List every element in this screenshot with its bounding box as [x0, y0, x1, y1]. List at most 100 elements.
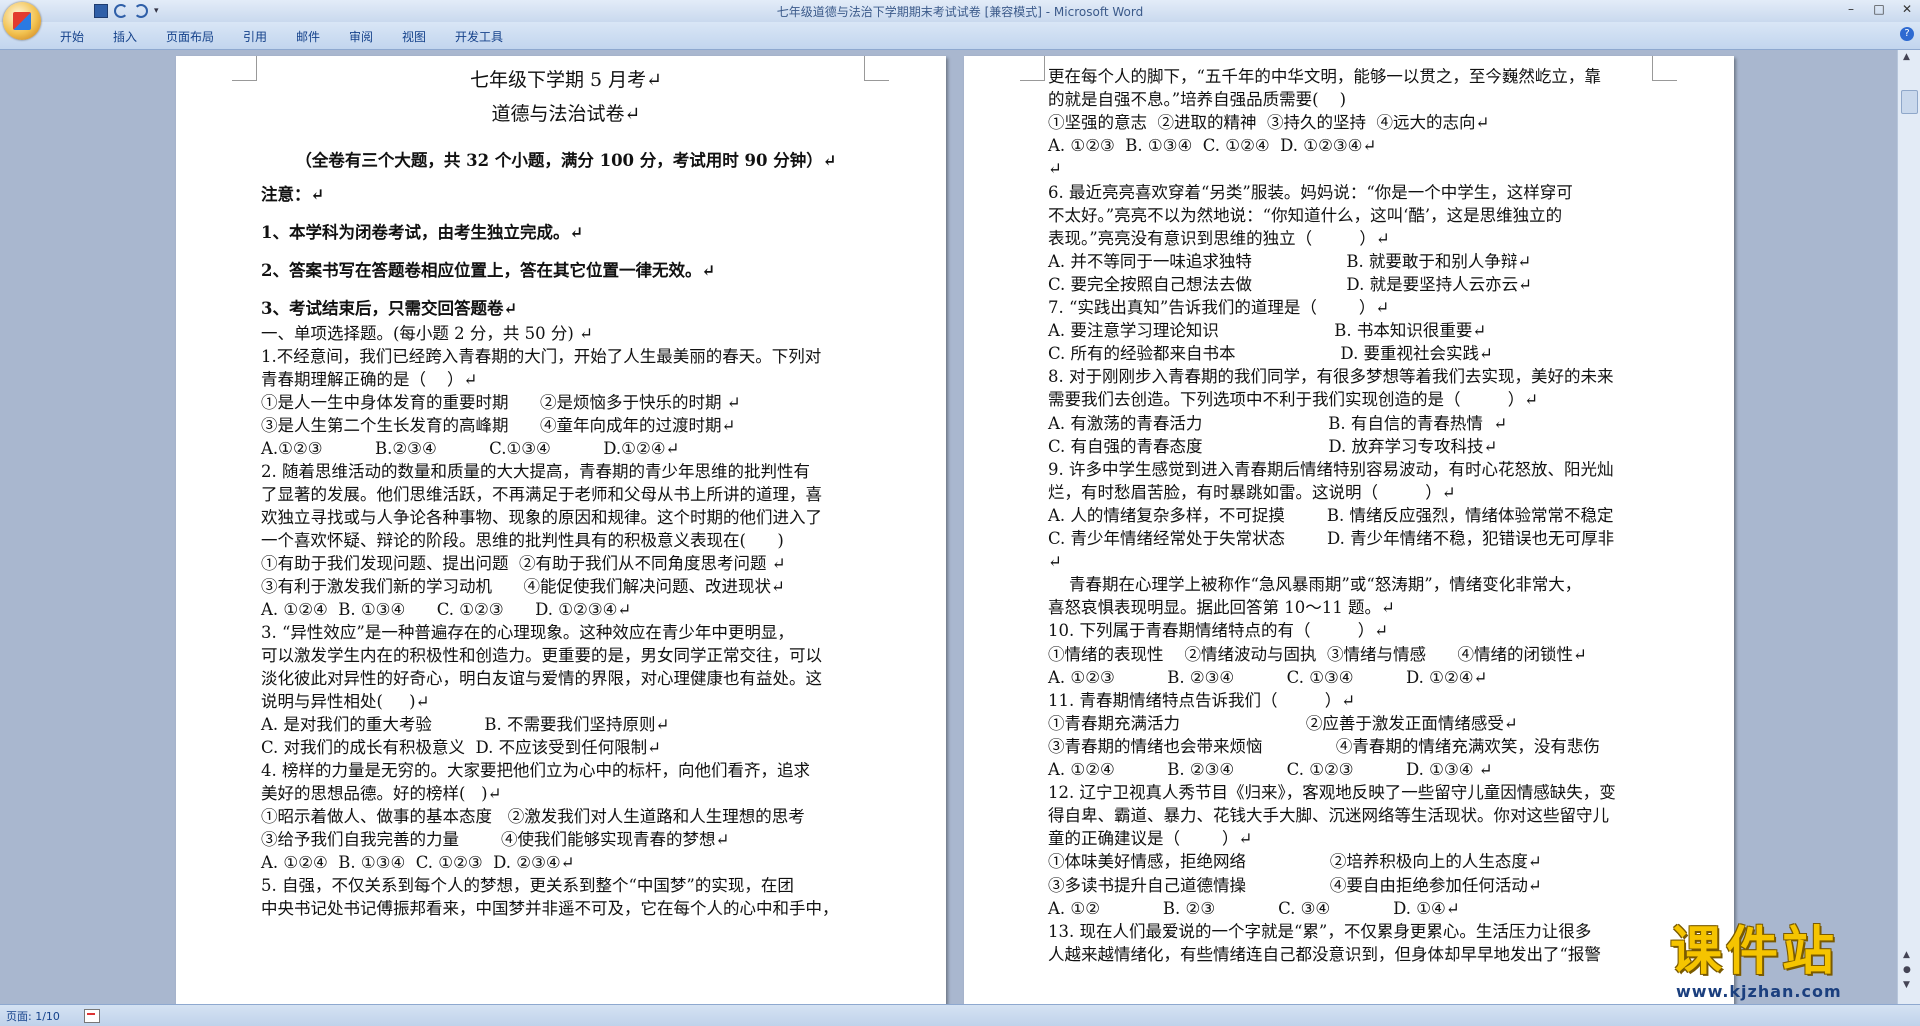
text-line: 欢独立寻找或与人争论各种事物、现象的原因和规律。这个时期的他们进入了	[261, 508, 822, 527]
document-workspace: 七年级下学期 5 月考↵ 道德与法治试卷↵ （全卷有三个大题，共 32 个小题，满分…	[0, 50, 1898, 1004]
status-bar: 页面: 1/10	[0, 1004, 1920, 1026]
tab-mailings[interactable]: 邮件	[296, 28, 320, 45]
text-line: 注意：↵	[261, 185, 325, 204]
text-line: A. ①②④ B. ①③④ C. ①②③ D. ②③④↵	[261, 853, 575, 872]
text-line: ①情绪的表现性 ②情绪波动与固执 ③情绪与情感 ④情绪的闭锁性↵	[1048, 644, 1587, 664]
text-line: 不太好。”亮亮不以为然地说：“你知道什么，这叫‘酷’，这是思维独立的	[1048, 205, 1563, 225]
text-line: 12. 辽宁卫视真人秀节目《归来》，客观地反映了一些留守儿童因情感缺失，变	[1048, 783, 1616, 803]
text-line: 11. 青春期情绪特点告诉我们（ ）↵	[1048, 690, 1356, 710]
office-button[interactable]	[3, 2, 41, 40]
text-line: ③青春期的情绪也会带来烦恼 ④青春期的情绪充满欢笑，没有悲伤	[1048, 736, 1600, 756]
text-line: 2. 随着思维活动的数量和质量的大大提高，青春期的青少年思维的批判性有	[261, 462, 810, 481]
text-line: C. 对我们的成长有积极意义 D. 不应该受到任何限制↵	[261, 738, 661, 757]
office-logo-icon	[13, 12, 31, 30]
text-line: 青春期在心理学上被称作“急风暴雨期”或“怒涛期”，情绪变化非常大，	[1048, 575, 1582, 595]
vertical-scrollbar[interactable]: ▲ ▲ ● ▼	[1897, 50, 1920, 1004]
text-line: 2、答案书写在答题卷相应位置上，答在其它位置一律无效。↵	[261, 261, 716, 280]
text-line: 童的正确建议是（ ）↵	[1048, 829, 1253, 849]
watermark-url: www.kjzhan.com	[1676, 982, 1842, 1001]
title-bar: ▾ 七年级道德与法治下学期期末考试试卷 [兼容模式] - Microsoft W…	[0, 0, 1920, 22]
text-line: A. ①②④ B. ①③④ C. ①②③ D. ①②③④↵	[261, 600, 632, 619]
watermark-logo-text: 课件站	[1670, 922, 1839, 982]
text-line: 说明与异性相处( )↵	[261, 692, 430, 711]
text-line: 的就是自强不息。”培养自强品质需要( )	[1048, 90, 1347, 110]
window-title: 七年级道德与法治下学期期末考试试卷 [兼容模式] - Microsoft Wor…	[776, 5, 1144, 19]
text-line: ③给予我们自我完善的力量 ④使我们能够实现青春的梦想↵	[261, 830, 730, 849]
text-line: 10. 下列属于青春期情绪特点的有（ ）↵	[1048, 621, 1389, 641]
text-line: 表现。”亮亮没有意识到思维的独立（ ）↵	[1048, 228, 1390, 248]
help-icon[interactable]: ?	[1900, 27, 1914, 41]
text-line: 了显著的发展。他们思维活跃，不再满足于老师和父母从书上所讲的道理，喜	[261, 485, 822, 504]
tab-references[interactable]: 引用	[243, 28, 267, 45]
text-line: ↵	[1048, 552, 1062, 572]
tab-insert[interactable]: 插入	[113, 28, 137, 45]
text-line: 9. 许多中学生感觉到进入青春期后情绪特别容易波动，有时心花怒放、阳光灿	[1048, 459, 1614, 479]
text-line: A. ①②③ B. ②③④ C. ①③④ D. ①②④↵	[1048, 667, 1488, 687]
close-button[interactable]: ✕	[1900, 2, 1914, 16]
tab-page-layout[interactable]: 页面布局	[166, 28, 214, 45]
text-line: 需要我们去创造。下列选项中不利于我们实现创造的是（ ）↵	[1048, 390, 1539, 410]
text-line: 13. 现在人们最爱说的一个字就是“累”，不仅累身更累心。生活压力让很多	[1048, 921, 1592, 941]
scroll-thumb[interactable]	[1901, 90, 1918, 114]
text-line: ①是人一生中身体发育的重要时期 ②是烦恼多于快乐的时期 ↵	[261, 393, 741, 412]
text-line: 3、考试结束后，只需交回答题卷↵	[261, 299, 518, 318]
text-line: 8. 对于刚刚步入青春期的我们同学，有很多梦想等着我们去实现，美好的未来	[1048, 367, 1614, 387]
scroll-up-icon[interactable]: ▲	[1903, 52, 1910, 62]
text-line: （全卷有三个大题，共 32 个小题，满分 100 分，考试用时 90 分钟）↵	[295, 151, 837, 170]
text-line: A. 人的情绪复杂多样，不可捉摸 B. 情绪反应强烈，情绪体验常常不稳定	[1048, 505, 1614, 525]
text-line: ①坚强的意志 ②进取的精神 ③持久的坚持 ④远大的志向↵	[1048, 113, 1490, 133]
text-line: A. ①②③ B. ①③④ C. ①②④ D. ①②③④↵	[1048, 136, 1377, 156]
text-line: A. ①② B. ②③ C. ③④ D. ①④↵	[1048, 898, 1460, 918]
margin-corner-mark	[232, 56, 257, 81]
text-line: C. 要完全按照自己想法去做 D. 就是要坚持人云亦云↵	[1048, 274, 1532, 294]
tab-review[interactable]: 审阅	[349, 28, 373, 45]
text-line: 青春期理解正确的是（ ）↵	[261, 370, 478, 389]
document-page-2[interactable]: 更在每个人的脚下，“五千年的中华文明，能够一以贯之，至今巍然屹立，靠 的就是自强不…	[964, 56, 1734, 1004]
window-controls: – □ ✕	[1844, 2, 1914, 16]
margin-corner-mark	[1020, 56, 1045, 81]
text-line: ③有利于激发我们新的学习动机 ④能促使我们解决问题、改进现状↵	[261, 577, 785, 596]
text-line: 得自卑、霸道、暴力、花钱大手大脚、沉迷网络等生活现状。你对这些留守儿	[1048, 806, 1609, 826]
text-line: 4. 榜样的力量是无穷的。大家要把他们立为心中的标杆，向他们看齐，追求	[261, 761, 810, 780]
tab-view[interactable]: 视图	[402, 28, 426, 45]
text-line: 人越来越情绪化，有些情绪连自己都没意识到，但身体却早早地发出了“报警	[1048, 944, 1601, 964]
text-line: C. 青少年情绪经常处于失常状态 D. 青少年情绪不稳，犯错误也无可厚非	[1048, 529, 1615, 548]
text-line: A. 并不等同于一味追求独特 B. 就要敢于和别人争辩↵	[1048, 251, 1532, 271]
text-line: 1.不经意间，我们已经跨入青春期的大门，开始了人生最美丽的春天。下列对	[261, 347, 822, 366]
text-line: ①昭示着做人、做事的基本态度 ②激发我们对人生道路和人生理想的思考	[261, 807, 805, 826]
text-line: ↵	[1048, 159, 1062, 179]
text-line: C. 所有的经验都来自书本 D. 要重视社会实践↵	[1048, 344, 1493, 364]
text-line: ①青春期充满活力 ②应善于激发正面情绪感受↵	[1048, 713, 1518, 733]
proofing-icon[interactable]	[84, 1009, 100, 1023]
tab-home[interactable]: 开始	[60, 28, 84, 45]
text-line: ③多读书提升自己道德情操 ④要自由拒绝参加任何活动↵	[1048, 875, 1542, 895]
text-line: A. 要注意学习理论知识 B. 书本知识很重要↵	[1048, 321, 1487, 341]
text-line: 7. “实践出真知”告诉我们的道理是（ ）↵	[1048, 298, 1390, 317]
text-line: 一、单项选择题。(每小题 2 分，共 50 分) ↵	[261, 324, 593, 343]
text-line: 6. 最近亮亮喜欢穿着“另类”服装。妈妈说：“你是一个中学生，这样穿可	[1048, 182, 1573, 202]
text-line: 一个喜欢怀疑、辩论的阶段。思维的批判性具有的积极意义表现在( )	[261, 531, 784, 550]
text-line: A. ①②④ B. ②③④ C. ①②③ D. ①③④ ↵	[1048, 760, 1493, 779]
text-line: 道德与法治试卷↵	[491, 103, 641, 125]
text-line: A. 是对我们的重大考验 B. 不需要我们坚持原则↵	[261, 715, 670, 734]
text-line: C. 有自强的青春态度 D. 放弃学习专攻科技↵	[1048, 436, 1498, 456]
text-line: ③是人生第二个生长发育的高峰期 ④童年向成年的过渡时期↵	[261, 416, 736, 435]
text-line: ①有助于我们发现问题、提出问题 ②有助于我们从不同角度思考问题 ↵	[261, 554, 786, 573]
minimize-button[interactable]: –	[1844, 2, 1858, 16]
text-line: 可以激发学生内在的积极性和创造力。更重要的是，男女同学正常交往，可以	[261, 646, 822, 665]
tab-developer[interactable]: 开发工具	[455, 28, 503, 45]
text-line: 喜怒哀惧表现明显。据此回答第 10～11 题。↵	[1048, 598, 1395, 618]
margin-corner-mark	[1652, 56, 1677, 81]
text-line: A. 有激荡的青春活力 B. 有自信的青春热情 ↵	[1048, 413, 1508, 433]
text-line: ①体味美好情感，拒绝网络 ②培养积极向上的人生态度↵	[1048, 852, 1542, 872]
text-line: 3. “异性效应”是一种普遍存在的心理现象。这种效应在青少年中更明显，	[261, 623, 794, 642]
document-page-1[interactable]: 七年级下学期 5 月考↵ 道德与法治试卷↵ （全卷有三个大题，共 32 个小题，满分…	[176, 56, 946, 1004]
text-line: 5. 自强，不仅关系到每个人的梦想，更关系到整个“中国梦”的实现，在团	[261, 876, 794, 895]
maximize-button[interactable]: □	[1872, 2, 1886, 16]
text-line: 烂，有时愁眉苦脸，有时暴跳如雷。这说明（ ）↵	[1048, 482, 1456, 502]
text-line: 中央书记处书记傅振邦看来，中国梦并非遥不可及，它在每个人的心中和手中，	[261, 899, 839, 918]
text-line: 美好的思想品德。好的榜样( )↵	[261, 784, 502, 803]
page-indicator[interactable]: 页面: 1/10	[6, 1008, 60, 1024]
text-line: 淡化彼此对异性的好奇心，明白友谊与爱情的界限，对心理健康也有益处。这	[261, 669, 822, 688]
text-line: 七年级下学期 5 月考↵	[469, 69, 663, 91]
